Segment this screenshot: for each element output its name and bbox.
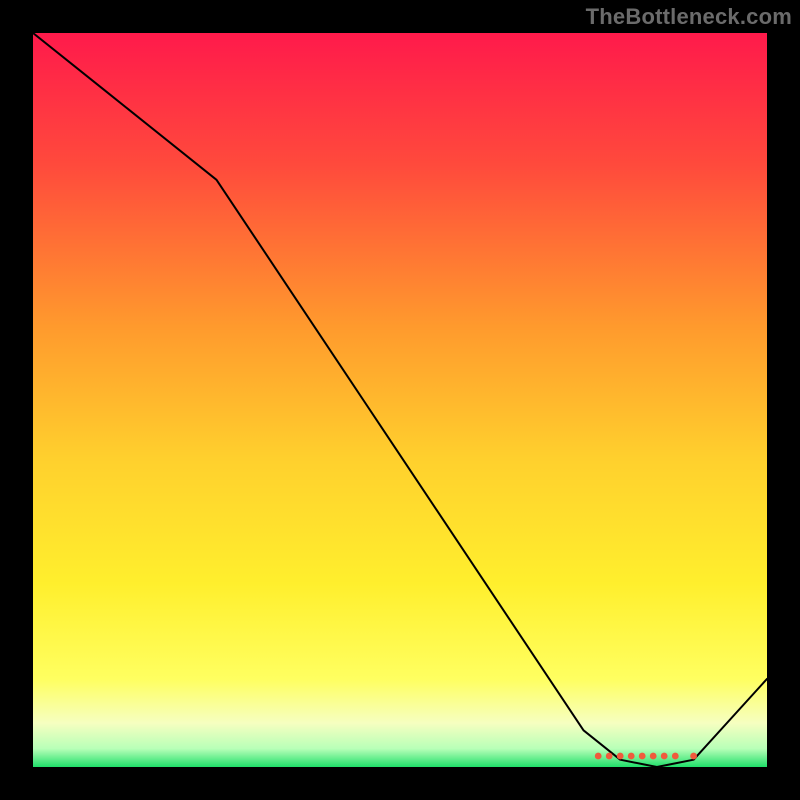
- marker-dot: [595, 753, 602, 760]
- marker-dot: [639, 753, 646, 760]
- marker-dot: [690, 753, 697, 760]
- chart-stage: TheBottleneck.com: [0, 0, 800, 800]
- marker-dot: [628, 753, 635, 760]
- gradient-background: [33, 33, 767, 767]
- marker-dot: [617, 753, 624, 760]
- plot-area: [33, 33, 767, 767]
- chart-svg: [33, 33, 767, 767]
- watermark-text: TheBottleneck.com: [586, 4, 792, 30]
- marker-dot: [650, 753, 657, 760]
- marker-dot: [606, 753, 613, 760]
- marker-dot: [672, 753, 679, 760]
- marker-dot: [661, 753, 668, 760]
